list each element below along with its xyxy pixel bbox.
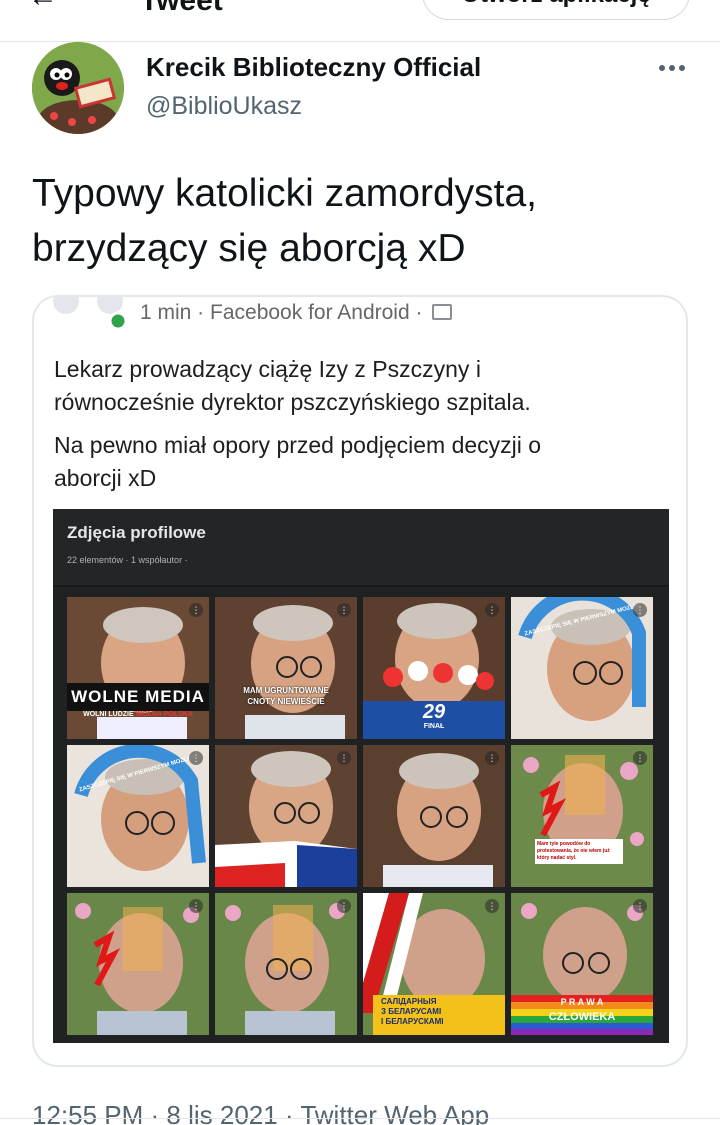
profile-photos-album: Zdjęcia profilowe 22 elementów · 1 współ… [53,509,669,1043]
profile-photo[interactable]: ⋮ [215,893,357,1035]
tweet-text-line: brzydzący się aborcją xD [32,227,466,270]
overlay-text: P R A W A [560,997,604,1007]
photo-options-icon[interactable]: ⋮ [189,899,203,913]
profile-photo[interactable]: ZASZCZEPIĘ SIĘ W PIERWSZYM MOŻLIWYM TERM… [67,745,209,887]
overlay-text: САЛІДАРНЫЯ [381,997,437,1006]
tweet-text-line: Typowy katolicki zamordysta, [32,172,538,215]
photo-options-icon[interactable]: ⋮ [633,899,647,913]
profile-photo[interactable]: ZASZCZEPIĘ SIĘ W PIERWSZYM MOŻLIWYM TERM… [511,597,653,739]
overlay-text: І БЕЛАРУСКАМІ [381,1017,444,1026]
photo-options-icon[interactable]: ⋮ [485,899,499,913]
overlay-text: CNOTY NIEWIEŚCIE [247,697,325,706]
photo-options-icon[interactable]: ⋮ [189,751,203,765]
profile-photo[interactable]: ⋮ [363,745,505,887]
tweet-text: Typowy katolicki zamordysta, brzydzący s… [32,166,692,276]
tweet-timestamp[interactable]: 12:55 PM · 8 lis 2021 · Twitter Web App [32,1100,489,1125]
photo-options-icon[interactable]: ⋮ [485,603,499,617]
overlay-text: З БЕЛАРУСАМІ [381,1007,442,1016]
page-title: Tweet [140,0,223,17]
author-handle[interactable]: @BiblioUkasz [146,92,302,121]
friends-icon [432,304,453,320]
overlay-text: WOLNE MEDIA [67,683,209,711]
overlay-text: WOLNI LUDZIE WOLNA POLSKA [67,711,209,718]
photo-grid: WOLNE MEDIA WOLNI LUDZIE WOLNA POLSKA ⋮ … [67,597,657,1037]
overlay-text: FINAŁ [423,723,445,730]
photo-options-icon[interactable]: ⋮ [337,603,351,617]
overlay-text: MAM UGRUNTOWANE [243,686,329,695]
profile-photo[interactable]: MAM UGRUNTOWANE CNOTY NIEWIEŚCIE ⋮ [215,597,357,739]
post-text-line: Na pewno miał opory przed podjęciem decy… [54,432,542,458]
post-meta-text: 1 min · Facebook for Android · [140,301,423,324]
overlay-text: WOLNI LUDZIE [83,711,134,718]
overlay-text: Mam tyle powodów do protestowania, że ni… [535,839,623,864]
post-text-line: równocześnie dyrektor pszczyńskiego szpi… [54,389,531,415]
overlay-text: WOLNA POLSKA [135,711,193,718]
embedded-image-card[interactable]: 1 min · Facebook for Android · Lekarz pr… [32,295,688,1067]
overlay-text: MAM UGRUNTOWANE CNOTY NIEWIEŚCIE [215,685,357,707]
commenter-avatars [53,297,128,331]
open-app-button[interactable]: Otwórz aplikację [422,0,690,20]
profile-photo[interactable]: ⋮ [67,893,209,1035]
avatar[interactable] [32,42,124,134]
top-bar: ← Tweet Otwórz aplikację [0,0,720,42]
photo-options-icon[interactable]: ⋮ [633,751,647,765]
profile-photo[interactable]: Mam tyle powodów do protestowania, że ni… [511,745,653,887]
author-name[interactable]: Krecik Biblioteczny Official [146,52,481,83]
overlay-text: САЛІДАРНЫЯ З БЕЛАРУСАМІ І БЕЛАРУСКАМІ [381,997,501,1027]
post-text-line: Lekarz prowadzący ciążę Izy z Pszczyny i [54,356,481,382]
overlay-text: CZŁOWIEKA [548,1011,616,1023]
overlay-text: 29 [422,701,446,723]
divider [0,1118,720,1119]
album-subtitle: 22 elementów · 1 współautor · [67,555,188,565]
profile-photo[interactable]: P R A W A CZŁOWIEKA ⋮ [511,893,653,1035]
profile-photo[interactable]: 29 FINAŁ ⋮ [363,597,505,739]
post-text-line: aborcji xD [54,465,157,491]
more-options-icon[interactable] [652,48,692,88]
photo-options-icon[interactable]: ⋮ [633,603,647,617]
post-meta: 1 min · Facebook for Android · [140,301,453,325]
photo-options-icon[interactable]: ⋮ [337,751,351,765]
arrow-left-icon[interactable]: ← [28,0,58,14]
post-text: Lekarz prowadzący ciążę Izy z Pszczyny i… [54,353,674,505]
photo-options-icon[interactable]: ⋮ [337,899,351,913]
album-header: Zdjęcia profilowe 22 elementów · 1 współ… [53,509,669,587]
photo-options-icon[interactable]: ⋮ [485,751,499,765]
album-title: Zdjęcia profilowe [67,523,206,542]
photo-options-icon[interactable]: ⋮ [189,603,203,617]
profile-photo[interactable]: ⋮ [215,745,357,887]
profile-photo[interactable]: WOLNE MEDIA WOLNI LUDZIE WOLNA POLSKA ⋮ [67,597,209,739]
profile-photo[interactable]: САЛІДАРНЫЯ З БЕЛАРУСАМІ І БЕЛАРУСКАМІ ⋮ [363,893,505,1035]
